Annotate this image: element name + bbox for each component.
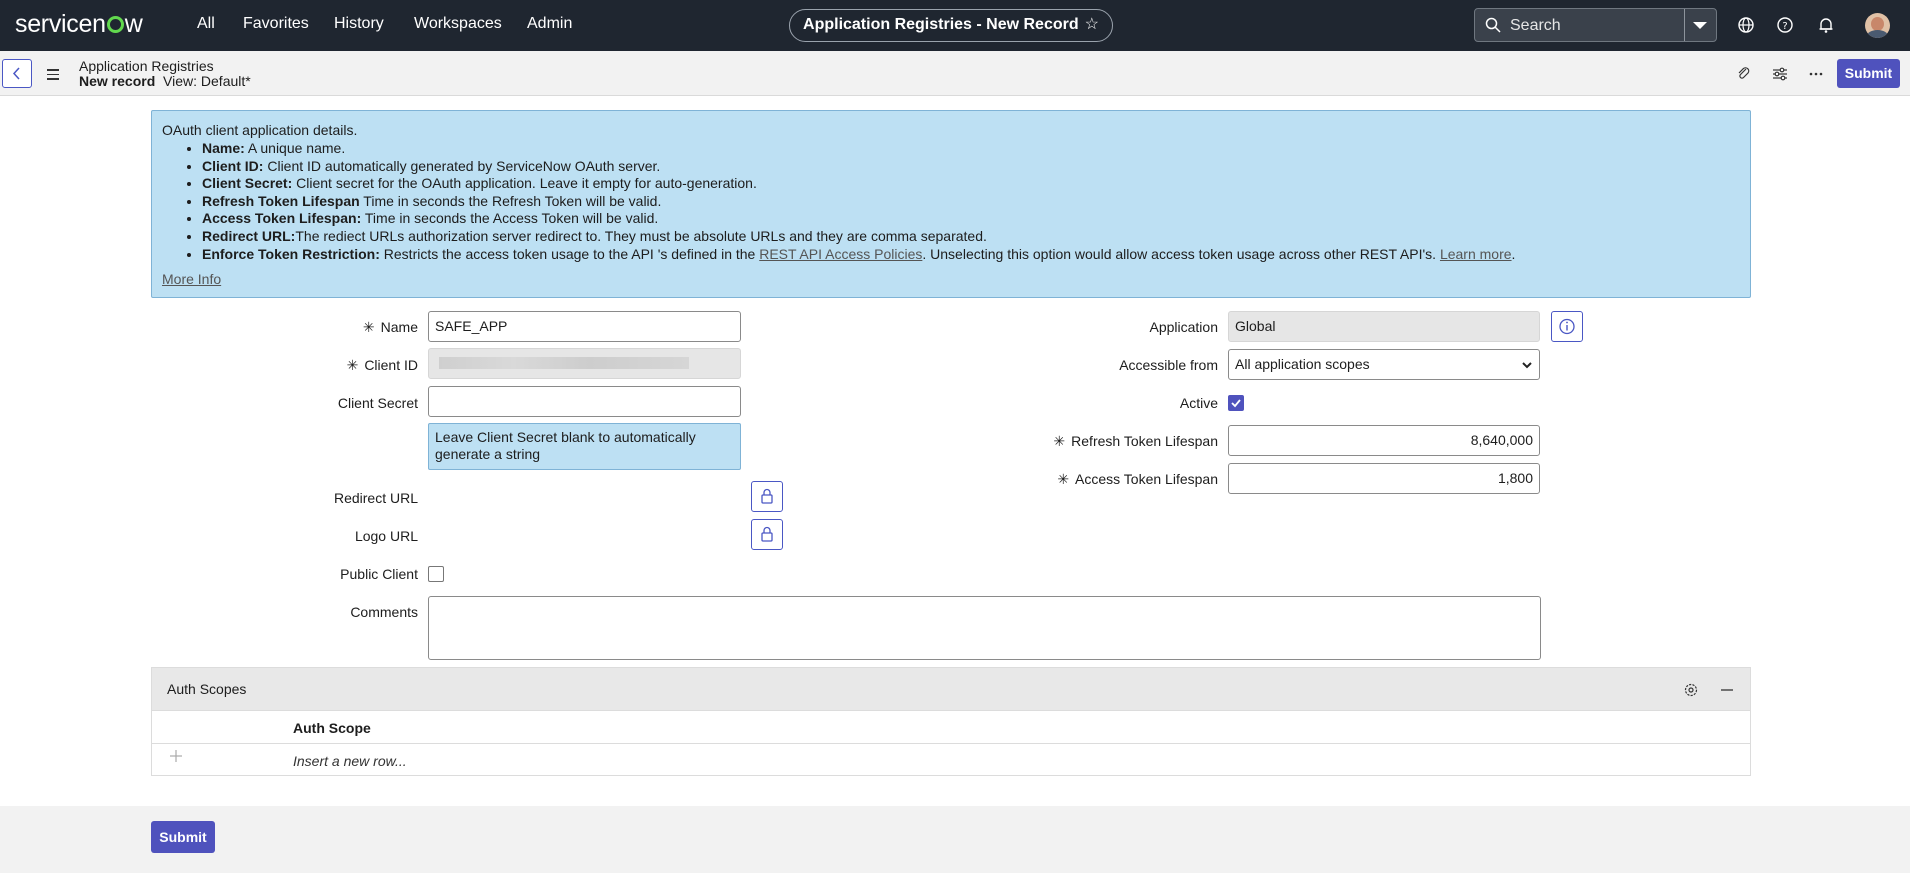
auth-scopes-list: Auth Scope Insert a new row...: [151, 711, 1751, 776]
info-intro: OAuth client application details.: [162, 122, 358, 138]
view-label[interactable]: View: Default*: [163, 73, 251, 89]
auth-scope-column-header[interactable]: Auth Scope: [293, 720, 371, 736]
auth-scopes-header: Auth Scopes: [151, 667, 1751, 711]
access-token-lifespan-field[interactable]: 1,800: [1228, 463, 1540, 494]
form-title: Application Registries: [79, 58, 214, 74]
search-placeholder: Search: [1510, 17, 1561, 34]
user-avatar[interactable]: [1865, 13, 1890, 38]
public-client-checkbox[interactable]: [428, 566, 444, 582]
back-button[interactable]: [2, 59, 32, 88]
search-scope-dropdown-icon[interactable]: [1693, 22, 1707, 29]
refresh-token-lifespan-field[interactable]: 8,640,000: [1228, 425, 1540, 456]
chevron-left-icon: [12, 67, 20, 80]
oauth-info-message: OAuth client application details. Name: …: [151, 110, 1751, 298]
record-title-pill[interactable]: Application Registries - New Record ☆: [789, 9, 1113, 42]
checkmark-icon: [1231, 399, 1241, 408]
record-title: Application Registries - New Record: [803, 16, 1079, 33]
name-field[interactable]: SAFE_APP: [428, 311, 741, 342]
submit-button-bottom[interactable]: Submit: [151, 821, 215, 853]
client-id-blurred-value: [439, 357, 689, 369]
required-icon: ✳: [346, 357, 359, 373]
redirect-url-label: Redirect URL: [333, 490, 418, 506]
nav-workspaces[interactable]: Workspaces: [414, 15, 502, 33]
required-icon: ✳: [1057, 471, 1070, 487]
global-search[interactable]: Search: [1474, 8, 1717, 42]
required-icon: ✳: [362, 319, 375, 335]
rest-api-access-policies-link[interactable]: REST API Access Policies: [759, 246, 922, 262]
svg-text:?: ?: [1782, 21, 1787, 32]
client-id-label: ✳ Client ID: [346, 357, 418, 373]
client-id-field: [428, 348, 741, 379]
accessible-from-value: All application scopes: [1235, 356, 1370, 372]
public-client-label: Public Client: [340, 566, 418, 582]
access-token-lifespan-label: ✳ Access Token Lifespan: [1057, 471, 1218, 487]
globe-icon[interactable]: [1736, 15, 1756, 35]
search-divider: [1684, 9, 1685, 41]
chevron-down-icon: [1522, 362, 1532, 369]
application-info-button[interactable]: [1551, 311, 1583, 342]
star-icon[interactable]: ☆: [1085, 16, 1099, 33]
refresh-token-lifespan-label: ✳ Refresh Token Lifespan: [1053, 433, 1218, 449]
logo-url-unlock-button[interactable]: [751, 519, 783, 550]
row-divider: [152, 743, 1750, 744]
client-secret-label: Client Secret: [337, 395, 418, 411]
form-header: Application Registries New record View: …: [0, 51, 1910, 96]
attachment-icon[interactable]: [1735, 65, 1753, 83]
bell-icon[interactable]: [1816, 15, 1836, 35]
nav-favorites[interactable]: Favorites: [243, 15, 309, 33]
lock-icon: [761, 488, 773, 504]
info-icon: [1559, 318, 1575, 335]
comments-label: Comments: [350, 604, 418, 620]
more-info-link[interactable]: More Info: [162, 271, 221, 287]
more-icon[interactable]: [1807, 65, 1825, 83]
collapse-icon[interactable]: [1718, 681, 1736, 699]
record-view-label: New record View: Default*: [79, 73, 251, 89]
accessible-from-label: Accessible from: [1119, 357, 1218, 373]
info-item: Redirect URL:The rediect URLs authorizat…: [202, 228, 1515, 246]
info-item: Access Token Lifespan: Time in seconds t…: [202, 210, 1515, 228]
context-menu-icon[interactable]: [47, 69, 59, 83]
comments-textarea[interactable]: [428, 596, 1541, 660]
auth-scopes-title: Auth Scopes: [167, 681, 247, 697]
accessible-from-select[interactable]: All application scopes: [1228, 349, 1540, 380]
submit-button-top[interactable]: Submit: [1837, 59, 1900, 88]
info-item: Refresh Token Lifespan Time in seconds t…: [202, 193, 1515, 211]
learn-more-link[interactable]: Learn more: [1440, 246, 1512, 262]
servicenow-logo[interactable]: servicen w: [15, 10, 143, 39]
application-field: Global: [1228, 311, 1540, 342]
info-item: Name: A unique name.: [202, 140, 1515, 158]
insert-new-row[interactable]: Insert a new row...: [293, 753, 407, 769]
info-item: Client Secret: Client secret for the OAu…: [202, 175, 1515, 193]
add-row-icon[interactable]: [169, 749, 183, 763]
active-label: Active: [1179, 395, 1218, 411]
active-checkbox[interactable]: [1228, 395, 1244, 411]
nav-admin[interactable]: Admin: [527, 15, 572, 33]
info-item: Enforce Token Restriction: Restricts the…: [202, 246, 1515, 264]
lock-icon: [761, 526, 773, 542]
client-secret-field[interactable]: [428, 386, 741, 417]
redirect-url-unlock-button[interactable]: [751, 481, 783, 512]
application-label: Application: [1149, 319, 1219, 335]
settings-sliders-icon[interactable]: [1771, 65, 1789, 83]
info-item: Client ID: Client ID automatically gener…: [202, 158, 1515, 176]
gear-icon[interactable]: [1682, 681, 1700, 699]
nav-history[interactable]: History: [334, 15, 384, 33]
client-secret-hint: Leave Client Secret blank to automatical…: [428, 423, 741, 470]
nav-all[interactable]: All: [197, 15, 215, 33]
logo-url-label: Logo URL: [354, 528, 418, 544]
name-label: ✳ Name: [362, 319, 418, 335]
search-icon: [1485, 17, 1501, 33]
top-navigation: servicen w All Favorites History Workspac…: [0, 0, 1910, 51]
info-list: Name: A unique name. Client ID: Client I…: [202, 140, 1515, 263]
required-icon: ✳: [1053, 433, 1066, 449]
help-icon[interactable]: ?: [1775, 15, 1795, 35]
